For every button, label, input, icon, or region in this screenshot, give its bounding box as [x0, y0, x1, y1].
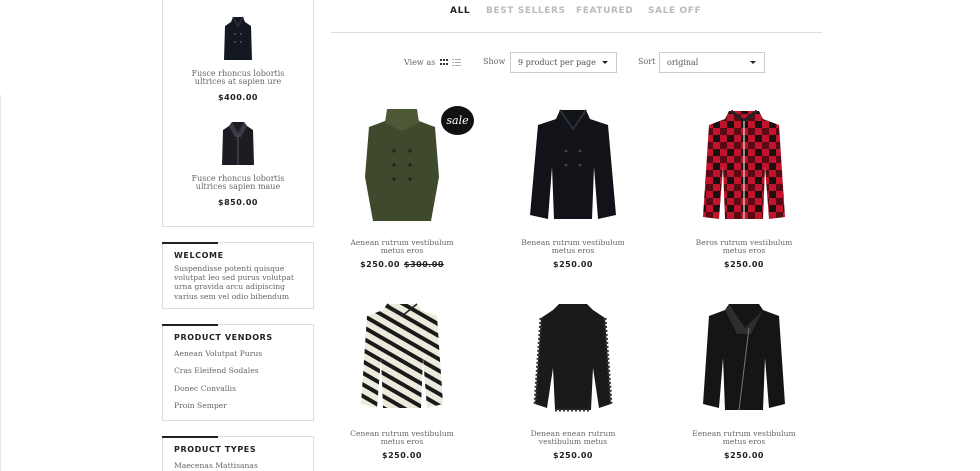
show-label: Show: [483, 57, 506, 66]
list-view-icon[interactable]: [452, 59, 461, 66]
product-price: $250.00 $300.00: [327, 260, 477, 269]
products-per-page-select[interactable]: 9 product per page: [510, 52, 617, 73]
zebra-jacket-icon[interactable]: [357, 298, 447, 414]
widget-title: WELCOME: [174, 251, 224, 260]
current-price: $250.00: [553, 260, 593, 269]
current-price: $250.00: [724, 451, 764, 460]
sale-badge: sale: [441, 106, 474, 135]
sort-label: Sort: [638, 57, 656, 66]
widget-accent-bar: [162, 242, 218, 244]
chevron-down-icon: [602, 61, 608, 64]
current-price: $250.00: [553, 451, 593, 460]
product-image[interactable]: [669, 298, 819, 418]
product-title[interactable]: Benean rutrum vestibulum metus eros: [498, 239, 648, 254]
vendor-link[interactable]: Proin Semper: [174, 401, 227, 410]
product-title[interactable]: Beros rutrum vestibulum metus eros: [669, 239, 819, 254]
current-price: $250.00: [382, 451, 422, 460]
widget-accent-bar: [162, 324, 218, 326]
tab-featured[interactable]: FEATURED: [576, 6, 633, 16]
vendor-link[interactable]: Cras Eleifend Sodales: [174, 366, 259, 375]
widget-title: PRODUCT VENDORS: [174, 333, 273, 342]
tab-all[interactable]: ALL: [450, 6, 470, 16]
current-price: $250.00: [360, 260, 400, 269]
grid-view-icon[interactable]: [440, 59, 449, 66]
fur-coat-icon[interactable]: [531, 298, 615, 414]
coat-icon[interactable]: [223, 16, 253, 62]
tabs-divider: [331, 32, 822, 33]
product-image[interactable]: [327, 298, 477, 418]
product-image[interactable]: [669, 107, 819, 227]
product-types-widget: PRODUCT TYPES Maecenas Mattisanas: [162, 436, 314, 471]
product-title[interactable]: Denean enean rutrum vestibulum metus: [498, 430, 648, 445]
product-price: $250.00: [327, 451, 477, 460]
product-image[interactable]: [498, 107, 648, 227]
product-vendors-widget: PRODUCT VENDORS Aenean Volutpat Purus Cr…: [162, 324, 314, 421]
product-price: $250.00: [498, 260, 648, 269]
tab-sale-off[interactable]: SALE OFF: [648, 6, 701, 16]
featured-product-title[interactable]: Fusce rhoncus lobortis ultrices at sapie…: [163, 70, 313, 86]
vendor-link[interactable]: Aenean Volutpat Purus: [174, 349, 262, 358]
welcome-text: Suspendisse potenti quisque volutpat leo…: [174, 264, 294, 301]
view-as-label: View as: [404, 58, 436, 67]
black-peacoat-icon[interactable]: [526, 107, 620, 223]
chevron-down-icon: [750, 61, 756, 64]
product-title[interactable]: Cenean rutrum vestibulum metus eros: [327, 430, 477, 445]
jacket-icon[interactable]: [221, 121, 255, 167]
plaid-jacket-icon[interactable]: [699, 107, 789, 223]
vendor-link[interactable]: Donec Convallis: [174, 384, 236, 393]
widget-title: PRODUCT TYPES: [174, 445, 257, 454]
featured-products-widget: Fusce rhoncus lobortis ultrices at sapie…: [162, 0, 314, 227]
featured-product-title[interactable]: Fusce rhoncus lobortis ultrices sapien m…: [163, 175, 313, 191]
welcome-widget: WELCOME Suspendisse potenti quisque volu…: [162, 242, 314, 309]
original-price: $300.00: [404, 260, 444, 269]
page-left-edge: [0, 95, 1, 471]
featured-product[interactable]: Fusce rhoncus lobortis ultrices at sapie…: [163, 16, 313, 102]
product-type-link[interactable]: Maecenas Mattisanas: [174, 461, 258, 470]
product-price: $250.00: [669, 451, 819, 460]
current-price: $250.00: [724, 260, 764, 269]
green-coat-icon[interactable]: [357, 107, 447, 223]
biker-jacket-icon[interactable]: [699, 298, 789, 414]
sort-value: original: [667, 58, 699, 67]
product-price: $250.00: [498, 451, 648, 460]
sort-select[interactable]: original: [659, 52, 765, 73]
products-per-page-value: 9 product per page: [518, 58, 596, 67]
featured-product[interactable]: Fusce rhoncus lobortis ultrices sapien m…: [163, 121, 313, 207]
featured-product-price: $850.00: [218, 198, 258, 207]
product-title[interactable]: Aenean rutrum vestibulum metus eros: [327, 239, 477, 254]
tab-best-sellers[interactable]: BEST SELLERS: [486, 6, 566, 16]
product-title[interactable]: Eenean rutrum vestibulum metus eros: [669, 430, 819, 445]
widget-accent-bar: [162, 436, 218, 438]
featured-product-price: $400.00: [218, 93, 258, 102]
product-image[interactable]: [498, 298, 648, 418]
product-price: $250.00: [669, 260, 819, 269]
